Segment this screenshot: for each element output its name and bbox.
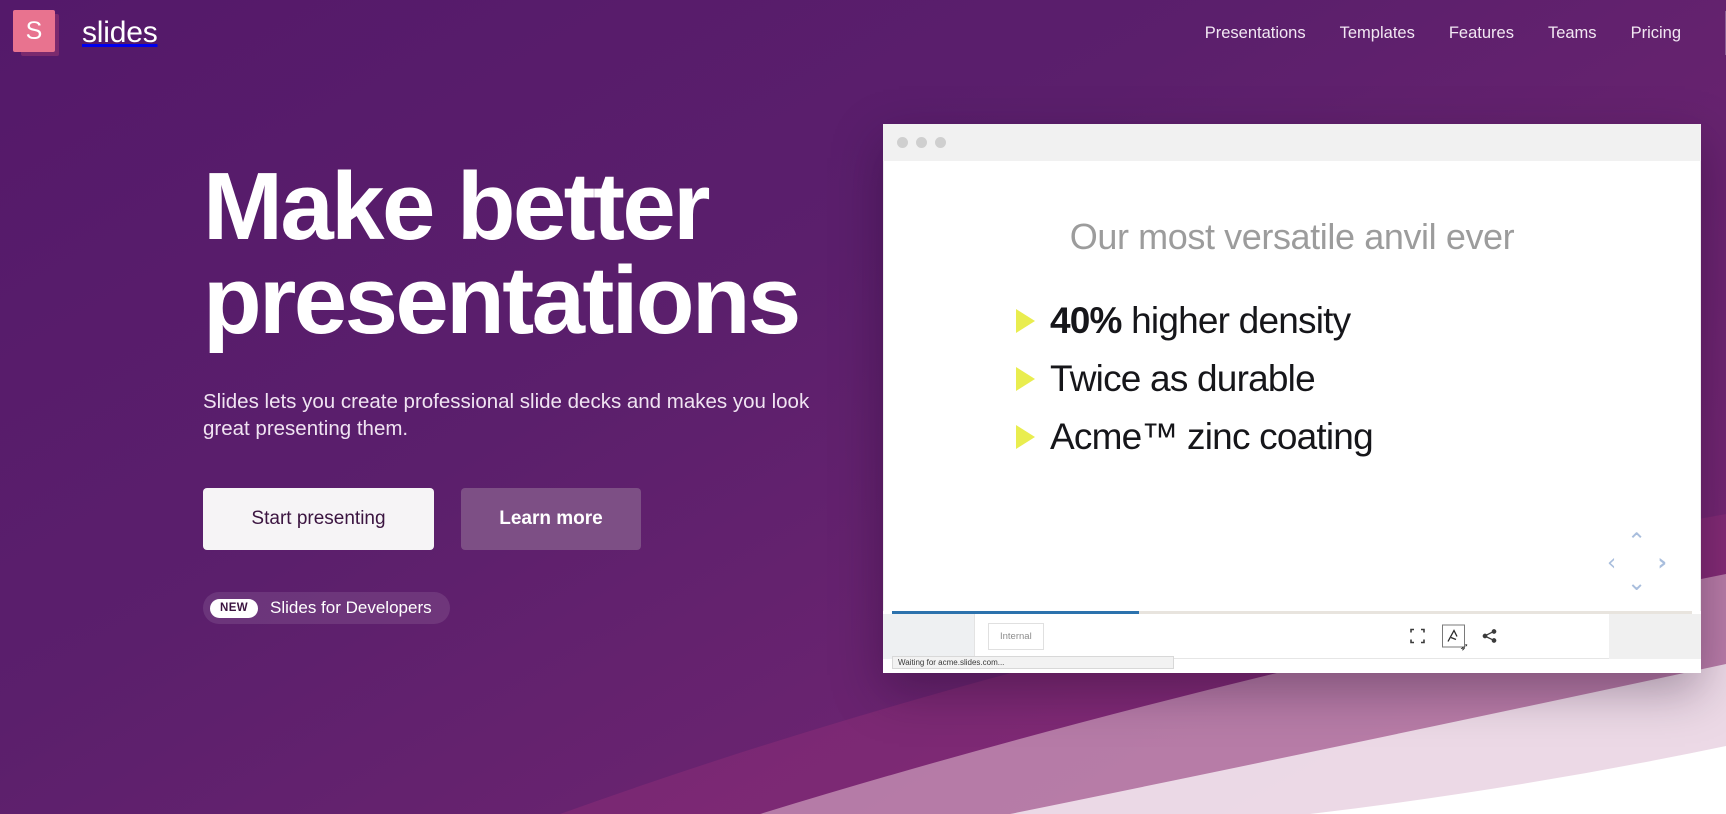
toolbar-right-panel	[1609, 614, 1701, 659]
slide-bullet-list: 40% higher density Twice as durable Acme…	[1016, 300, 1700, 458]
brand-logo-link[interactable]: S slides	[13, 10, 158, 56]
hero-subheading: Slides lets you create professional slid…	[203, 390, 810, 441]
window-minimize-dot-icon[interactable]	[916, 137, 927, 148]
nav-up-chevron-icon[interactable]: ⌃	[1627, 531, 1646, 554]
page-title: Make better presentations	[203, 153, 801, 355]
window-maximize-dot-icon[interactable]	[935, 137, 946, 148]
logo-front-card: S	[13, 10, 55, 52]
nav-item-presentations[interactable]: Presentations	[1188, 24, 1323, 43]
browser-title-bar	[883, 124, 1701, 161]
window-close-dot-icon[interactable]	[897, 137, 908, 148]
bullet-triangle-icon	[1016, 367, 1035, 391]
nav-item-teams[interactable]: Teams	[1531, 24, 1614, 43]
bullet-rest-text: Twice as durable	[1050, 358, 1316, 399]
mouse-cursor-icon: ➶	[1459, 640, 1469, 654]
hero-button-row: Start presenting Learn more	[203, 488, 843, 551]
toolbar-left-panel	[883, 614, 975, 659]
slide-bullet-item: 40% higher density	[1016, 300, 1700, 342]
bullet-triangle-icon	[1016, 309, 1035, 333]
brand-name: slides	[82, 16, 158, 49]
toolbar-center-panel: Internal ➶	[975, 614, 1609, 659]
nav-item-templates[interactable]: Templates	[1323, 24, 1432, 43]
bullet-text-wrap: 40% higher density	[1050, 300, 1351, 342]
bullet-rest-text: Acme™ zinc coating	[1050, 416, 1374, 457]
badge-label: Slides for Developers	[270, 598, 432, 618]
slide-bullet-item: Twice as durable	[1016, 358, 1700, 400]
fullscreen-icon[interactable]	[1410, 628, 1425, 644]
new-tag: NEW	[210, 598, 259, 618]
top-navigation-bar: S slides Presentations Templates Feature…	[0, 0, 1726, 66]
slide-content: Our most versatile anvil ever 40% higher…	[884, 161, 1700, 458]
hero-section: Make better presentations Slides lets yo…	[203, 153, 843, 625]
slide-navigation-pad: ⌃ ‹ › ⌄	[1607, 531, 1667, 595]
toolbar-row: Internal ➶	[883, 614, 1701, 659]
bullet-rest-text: higher density	[1121, 300, 1351, 341]
nav-right-chevron-icon[interactable]: ›	[1658, 552, 1667, 575]
learn-more-button[interactable]: Learn more	[461, 488, 641, 551]
nav-item-features[interactable]: Features	[1432, 24, 1531, 43]
slide-title: Our most versatile anvil ever	[1069, 216, 1515, 257]
primary-nav: Presentations Templates Features Teams P…	[1188, 0, 1726, 66]
nav-down-chevron-icon[interactable]: ⌄	[1627, 572, 1646, 595]
browser-preview-window: Our most versatile anvil ever 40% higher…	[883, 124, 1701, 673]
tab-internal[interactable]: Internal	[988, 622, 1044, 650]
status-bar: Waiting for acme.slides.com...	[892, 656, 1174, 669]
pen-tool-icon[interactable]: ➶	[1442, 624, 1469, 654]
browser-bottom-toolbar: Internal ➶ Waiting for acme.slides.com..…	[883, 611, 1701, 673]
bullet-triangle-icon	[1016, 425, 1035, 449]
bullet-bold-text: 40%	[1050, 300, 1122, 341]
page-root: S slides Presentations Templates Feature…	[0, 0, 1726, 814]
slides-for-developers-badge[interactable]: NEW Slides for Developers	[203, 592, 450, 625]
slide-stage: Our most versatile anvil ever 40% higher…	[883, 161, 1701, 611]
start-presenting-button[interactable]: Start presenting	[203, 488, 434, 551]
nav-left-chevron-icon[interactable]: ‹	[1607, 552, 1616, 575]
slide-bullet-item: Acme™ zinc coating	[1016, 416, 1700, 458]
share-icon[interactable]	[1482, 629, 1497, 644]
slides-logo-icon: S	[13, 10, 65, 56]
toolbar-icon-group: ➶	[1410, 624, 1497, 654]
nav-item-pricing[interactable]: Pricing	[1614, 24, 1698, 43]
